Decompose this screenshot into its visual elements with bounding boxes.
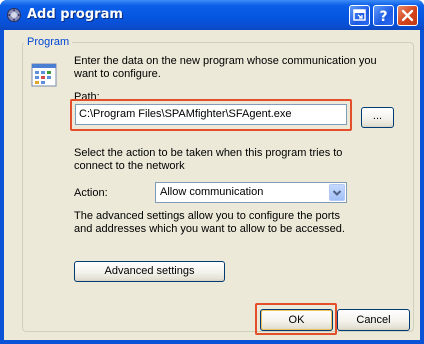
advanced-settings-label: Advanced settings (104, 265, 195, 277)
action-desc-line-1: Select the action to be taken when this … (74, 147, 343, 159)
context-help-icon (353, 9, 366, 21)
close-button[interactable] (397, 5, 418, 26)
advanced-settings-button[interactable]: Advanced settings (74, 261, 225, 282)
advanced-desc-line-1: The advanced settings allow you to confi… (74, 210, 340, 222)
intro-line-2: want to configure. (74, 68, 161, 80)
help-icon: ? (379, 9, 387, 25)
help-button[interactable]: ? (373, 5, 394, 26)
close-icon (401, 9, 414, 22)
cancel-label: Cancel (356, 314, 391, 326)
chevron-down-icon (332, 190, 342, 196)
title-bar[interactable]: Add program ? (0, 0, 424, 30)
program-window-icon (31, 63, 57, 87)
ok-label: OK (288, 314, 305, 326)
action-desc-line-2: connect to the network (74, 160, 185, 172)
action-dropdown-button[interactable] (329, 184, 345, 201)
intro-line-1: Enter the data on the new program whose … (74, 55, 377, 67)
action-selected-value: Allow communication (160, 186, 264, 198)
action-select[interactable]: Allow communication (155, 182, 347, 203)
cancel-button[interactable]: Cancel (337, 309, 410, 331)
action-label: Action: (74, 187, 108, 199)
window-title: Add program (27, 7, 123, 22)
group-label: Program (24, 36, 73, 48)
dialog-body: Program Enter the data on the new progra… (4, 30, 420, 340)
context-help-button[interactable] (349, 5, 370, 26)
browse-button[interactable]: ... (361, 107, 394, 128)
ok-button[interactable]: OK (260, 309, 333, 331)
advanced-desc-line-2: and addresses which you want to allow to… (74, 223, 345, 235)
app-icon (7, 8, 21, 22)
dialog-window: Add program ? Program Enter the data on … (0, 0, 424, 344)
browse-label: ... (372, 110, 383, 122)
svg-text:?: ? (379, 9, 387, 25)
path-input[interactable]: C:\Program Files\SPAMfighter\SFAgent.exe (75, 104, 347, 125)
